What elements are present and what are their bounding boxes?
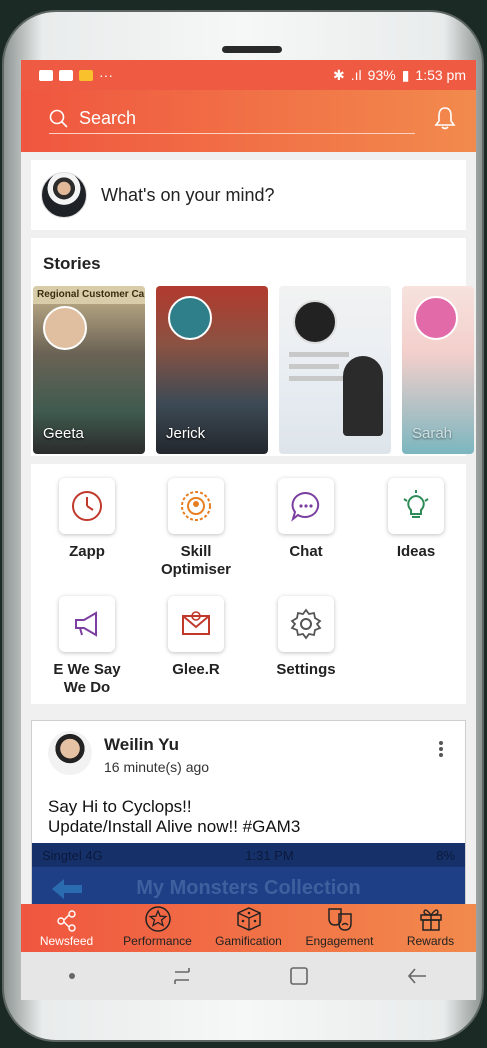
embed-time: 1:31 PM: [245, 847, 294, 863]
author-name[interactable]: Weilin Yu: [104, 735, 179, 755]
story-card[interactable]: Sarah: [402, 286, 474, 454]
app-zapp[interactable]: Zapp: [37, 478, 137, 561]
author-avatar[interactable]: [48, 731, 92, 775]
app-chat[interactable]: Chat: [256, 478, 356, 561]
image-notification-icon: [59, 69, 73, 81]
user-avatar[interactable]: [41, 172, 87, 218]
story-name: Jerick: [166, 425, 206, 442]
app-ideas[interactable]: Ideas: [366, 478, 466, 561]
bottom-tab-bar: Newsfeed Performance Gamification Engage…: [21, 904, 476, 952]
composer-card[interactable]: What's on your mind?: [31, 160, 466, 230]
bell-icon[interactable]: [434, 106, 456, 130]
tab-label: Newsfeed: [39, 934, 94, 948]
post-line: Say Hi to Cyclops!!: [48, 797, 192, 816]
post-line: Update/Install Alive now!! #GAM3: [48, 817, 301, 836]
battery-icon: ▮: [401, 66, 410, 83]
gallery-notification-icon: [39, 69, 53, 81]
app-label: Chat: [289, 543, 323, 560]
composer-prompt[interactable]: What's on your mind?: [101, 185, 275, 206]
search-placeholder: Search: [79, 108, 137, 128]
gear-icon: [290, 608, 322, 640]
share-icon: [56, 910, 76, 932]
tab-engagement[interactable]: Engagement: [294, 904, 385, 952]
story-card[interactable]: [279, 286, 391, 454]
home-icon[interactable]: [288, 965, 310, 987]
clock: 1:53 pm: [415, 67, 466, 83]
story-card[interactable]: Jerick: [156, 286, 268, 454]
more-options-icon[interactable]: [439, 741, 443, 757]
clock-icon: [72, 491, 102, 521]
star-icon: [144, 906, 171, 932]
gift-icon: [419, 909, 442, 931]
story-avatar: [43, 306, 87, 350]
embed-network: 4G: [85, 847, 103, 863]
more-notifications-icon: ···: [99, 67, 113, 83]
envelope-icon: [182, 611, 210, 635]
app-notification-icon: [79, 69, 93, 81]
story-avatar: [293, 300, 337, 344]
megaphone-icon: [75, 611, 97, 637]
app-settings[interactable]: Settings: [256, 596, 356, 679]
bluetooth-icon: ✱: [333, 66, 345, 83]
app-label: Settings: [276, 661, 336, 678]
badge-icon: [181, 491, 211, 521]
stories-title: Stories: [43, 254, 101, 273]
back-icon[interactable]: [406, 966, 428, 986]
dice-icon: [236, 907, 261, 931]
search-icon: [49, 109, 68, 128]
app-label: Ideas: [396, 543, 436, 560]
story-avatar: [168, 296, 212, 340]
tab-label: Performance: [123, 934, 192, 948]
signal-icon: .ıl: [350, 67, 362, 83]
embedded-status-bar: Singtel 4G 1:31 PM 8%: [32, 843, 465, 867]
post-time: 16 minute(s) ago: [104, 759, 210, 775]
story-name: Geeta: [43, 425, 84, 442]
story-card[interactable]: Regional Customer Capi..nce 2019 Geeta: [33, 286, 145, 454]
tab-performance[interactable]: Performance: [112, 904, 203, 952]
story-avatar: [414, 296, 458, 340]
dot-nav-icon[interactable]: [68, 973, 75, 979]
embed-battery: 8%: [436, 847, 455, 863]
post-text: Say Hi to Cyclops!! Update/Install Alive…: [48, 797, 300, 837]
app-label: Zapp: [69, 543, 105, 560]
lightbulb-icon: [403, 490, 429, 518]
app-label: Glee.R: [172, 661, 220, 678]
apps-grid: Zapp Skill Optimiser Chat Ideas E We Say…: [31, 464, 466, 704]
status-bar: ··· ✱ .ıl 93% ▮ 1:53 pm: [21, 60, 476, 90]
story-name: Sarah: [412, 425, 453, 442]
app-skill-optimiser[interactable]: Skill Optimiser: [146, 478, 246, 579]
battery-percent: 93%: [367, 67, 396, 83]
speaker-grille: [222, 46, 282, 53]
tab-rewards[interactable]: Rewards: [385, 904, 476, 952]
app-label: E We Say We Do: [53, 661, 121, 696]
story-banner: Regional Customer Capi..nce 2019: [33, 286, 145, 304]
tab-label: Engagement: [305, 934, 374, 948]
tab-gamification[interactable]: Gamification: [203, 904, 294, 952]
app-glee-r[interactable]: Glee.R: [146, 596, 246, 679]
embed-title: My Monsters Collection: [136, 877, 361, 899]
embed-carrier: Singtel: [42, 847, 82, 863]
chat-bubble-icon: [291, 491, 320, 522]
tab-label: Gamification: [215, 934, 282, 948]
stories-section: Stories Regional Customer Capi..nce 2019…: [31, 238, 474, 456]
recent-apps-icon[interactable]: [171, 966, 193, 986]
system-nav-bar: [21, 952, 476, 1000]
search-input[interactable]: Search: [49, 104, 415, 134]
app-label: Skill Optimiser: [160, 543, 232, 578]
app-screen: ··· ✱ .ıl 93% ▮ 1:53 pm Search What's on…: [21, 60, 476, 952]
app-e-we-say-we-do[interactable]: E We Say We Do: [37, 596, 137, 697]
tab-newsfeed[interactable]: Newsfeed: [21, 904, 112, 952]
tab-label: Rewards: [406, 934, 455, 948]
app-header: Search: [21, 90, 476, 152]
masks-icon: [327, 908, 352, 931]
